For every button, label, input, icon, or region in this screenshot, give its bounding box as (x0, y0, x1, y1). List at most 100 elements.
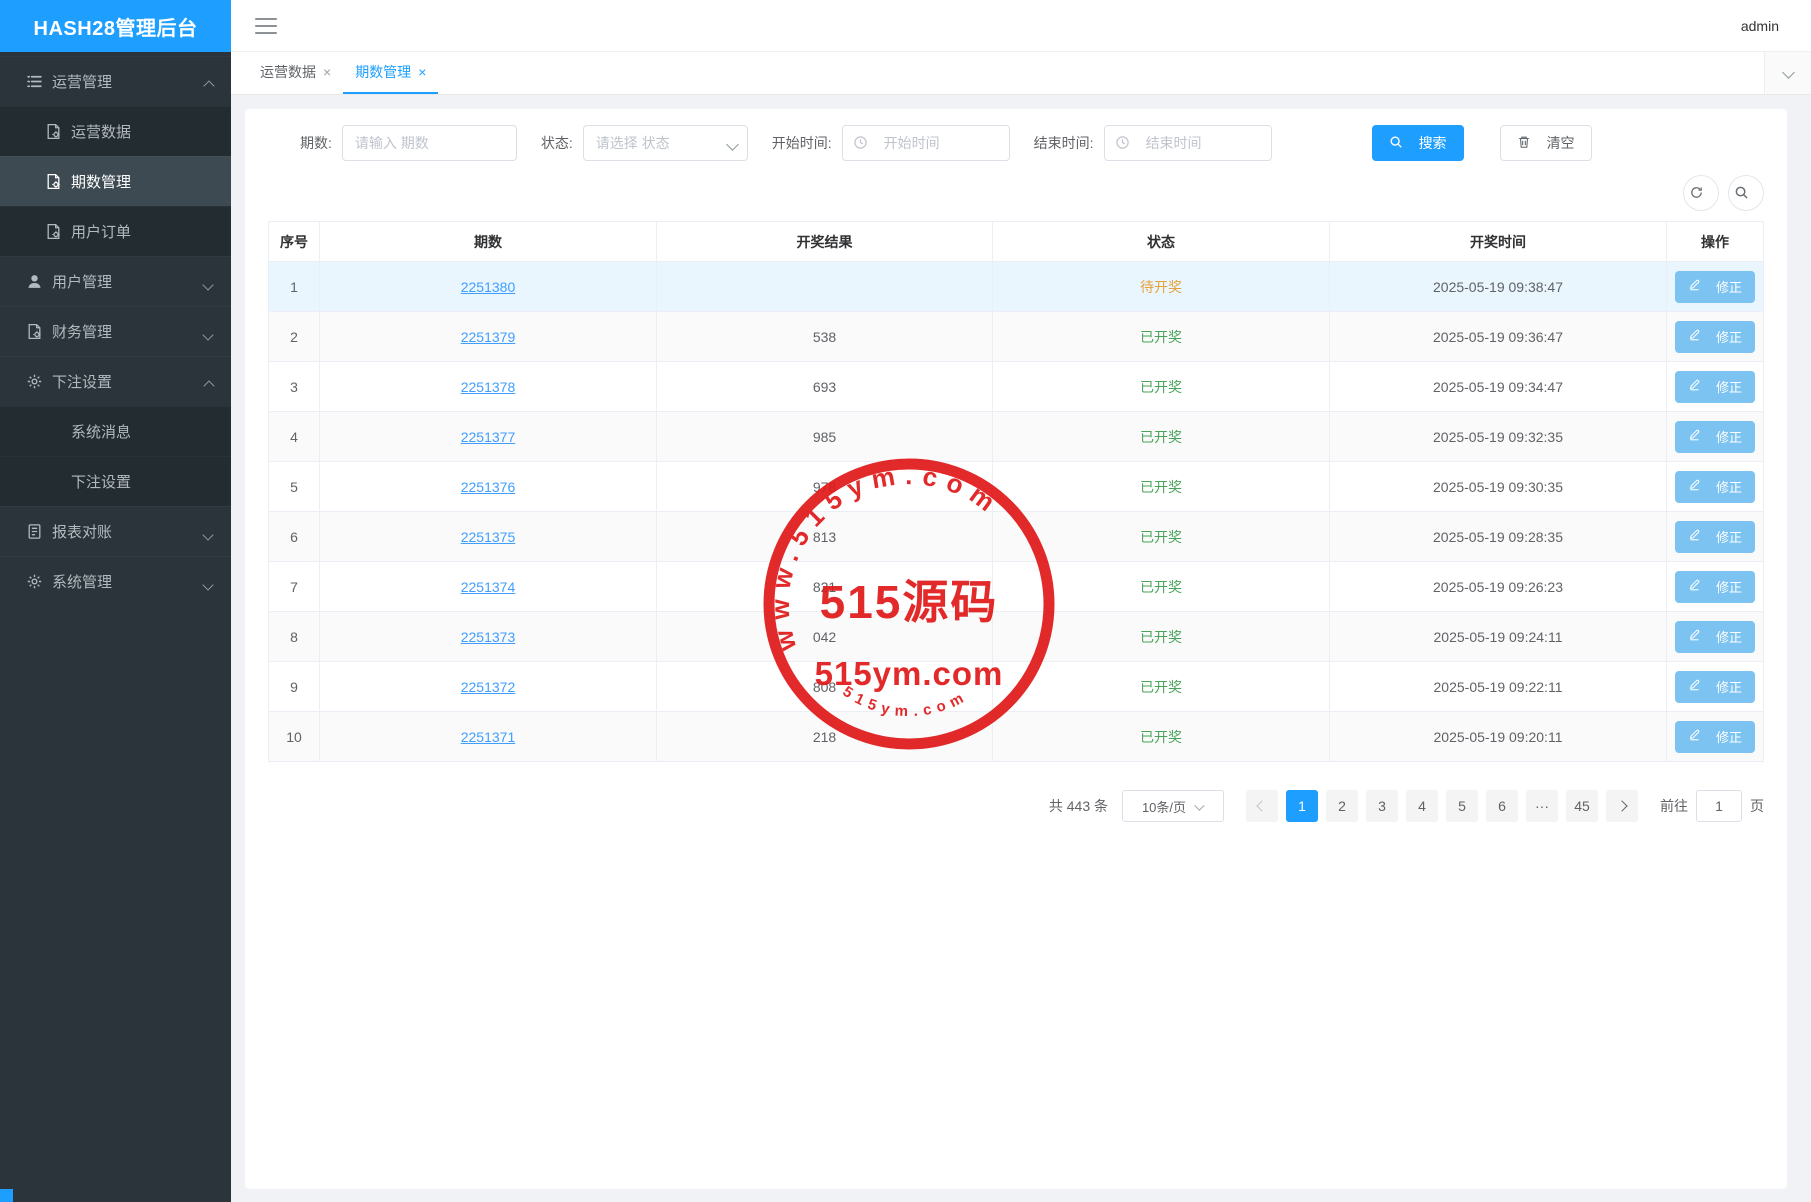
fix-button-label: 修正 (1716, 427, 1742, 446)
start-time-placeholder: 开始时间 (884, 133, 940, 153)
fix-button[interactable]: 修正 (1675, 421, 1755, 453)
page-number-button[interactable]: 6 (1486, 790, 1518, 822)
fix-button-label: 修正 (1716, 727, 1742, 746)
chevron-icon (204, 383, 213, 392)
doc-gear-icon (45, 173, 62, 190)
fix-button[interactable]: 修正 (1675, 721, 1755, 753)
sidebar-item[interactable]: 运营数据 (0, 106, 231, 156)
table-row: 4 2251377 985 已开奖 2025-05-19 09:32:35 修正 (269, 412, 1763, 462)
fix-button[interactable]: 修正 (1675, 671, 1755, 703)
filter-bar: 期数: 状态: 请选择 状态 开始时间: 开 (268, 125, 1764, 161)
issue-link[interactable]: 2251374 (461, 579, 516, 595)
tabs-dropdown-button[interactable] (1764, 52, 1811, 94)
sidebar-menu: 运营管理 运营数据 期数管理 用户订单 (0, 52, 231, 606)
fix-button-label: 修正 (1716, 377, 1742, 396)
fix-button-label: 修正 (1716, 527, 1742, 546)
issue-link[interactable]: 2251380 (461, 279, 516, 295)
tab-label: 期数管理 (355, 62, 411, 82)
tab-bar: 运营数据 × 期数管理 × (231, 52, 1811, 95)
cell-time: 2025-05-19 09:22:11 (1330, 662, 1667, 711)
sidebar-item-label: 下注设置 (71, 471, 131, 492)
sidebar-item[interactable]: 期数管理 (0, 156, 231, 206)
page-number-button[interactable]: 1 (1286, 790, 1318, 822)
pencil-icon (1688, 528, 1701, 545)
fix-button[interactable]: 修正 (1675, 271, 1755, 303)
pencil-icon (1688, 478, 1701, 495)
sidebar-item[interactable]: 运营管理 (0, 56, 231, 106)
status-badge: 已开奖 (1140, 577, 1182, 597)
sidebar-item[interactable]: 下注设置 (0, 456, 231, 506)
issue-link[interactable]: 2251379 (461, 329, 516, 345)
cell-serial: 10 (269, 712, 320, 761)
fix-button[interactable]: 修正 (1675, 371, 1755, 403)
hamburger-icon[interactable] (255, 18, 277, 34)
prev-page-button[interactable] (1246, 790, 1278, 822)
status-badge: 已开奖 (1140, 527, 1182, 547)
page-size-select[interactable]: 10条/页 (1122, 790, 1224, 822)
pagination: 共 443 条 10条/页 1 2 3 4 5 (268, 790, 1764, 822)
refresh-button[interactable] (1683, 175, 1719, 211)
sidebar-item-label: 运营管理 (52, 71, 112, 92)
cell-serial: 2 (269, 312, 320, 361)
sidebar-item[interactable]: 用户订单 (0, 206, 231, 256)
cell-serial: 1 (269, 262, 320, 311)
fix-button[interactable]: 修正 (1675, 321, 1755, 353)
issue-link[interactable]: 2251371 (461, 729, 516, 745)
issue-link[interactable]: 2251375 (461, 529, 516, 545)
issue-link[interactable]: 2251373 (461, 629, 516, 645)
issue-link[interactable]: 2251372 (461, 679, 516, 695)
close-icon[interactable]: × (323, 65, 331, 79)
goto-page-input[interactable] (1696, 790, 1742, 822)
end-time-input[interactable]: 结束时间 (1104, 125, 1272, 161)
page-number-button[interactable]: 5 (1446, 790, 1478, 822)
issue-link[interactable]: 2251377 (461, 429, 516, 445)
sidebar-item-label: 系统管理 (52, 571, 112, 592)
fix-button[interactable]: 修正 (1675, 521, 1755, 553)
clear-button[interactable]: 清空 (1500, 125, 1592, 161)
table-row: 2 2251379 538 已开奖 2025-05-19 09:36:47 修正 (269, 312, 1763, 362)
tab-period-management[interactable]: 期数管理 × (343, 52, 438, 94)
page-number-button[interactable]: ··· (1526, 790, 1558, 822)
close-icon[interactable]: × (418, 65, 426, 79)
cell-time: 2025-05-19 09:34:47 (1330, 362, 1667, 411)
chevron-icon (204, 579, 213, 588)
fix-button[interactable]: 修正 (1675, 571, 1755, 603)
status-select[interactable]: 请选择 状态 (583, 125, 748, 161)
page-number-button[interactable]: 3 (1366, 790, 1398, 822)
cell-serial: 5 (269, 462, 320, 511)
tab-operation-data[interactable]: 运营数据 × (248, 52, 343, 94)
issue-link[interactable]: 2251378 (461, 379, 516, 395)
status-badge: 已开奖 (1140, 627, 1182, 647)
issue-input[interactable] (342, 125, 517, 161)
search-icon (1734, 185, 1749, 202)
sidebar-item[interactable]: 财务管理 (0, 306, 231, 356)
header-actions: 操作 (1667, 222, 1763, 261)
username[interactable]: admin (1741, 18, 1779, 34)
start-time-input[interactable]: 开始时间 (842, 125, 1010, 161)
page-number-button[interactable]: 45 (1566, 790, 1598, 822)
page-number-button[interactable]: 4 (1406, 790, 1438, 822)
sidebar-item[interactable]: 报表对账 (0, 506, 231, 556)
table-row: 8 2251373 042 已开奖 2025-05-19 09:24:11 修正 (269, 612, 1763, 662)
content: 期数: 状态: 请选择 状态 开始时间: 开 (231, 95, 1811, 1202)
app-title: HASH28管理后台 (0, 0, 231, 52)
user-icon (26, 273, 43, 290)
sidebar-item[interactable]: 用户管理 (0, 256, 231, 306)
doc-gear-icon (26, 323, 43, 340)
cell-time: 2025-05-19 09:38:47 (1330, 262, 1667, 311)
sidebar-item[interactable]: 下注设置 (0, 356, 231, 406)
zoom-button[interactable] (1728, 175, 1764, 211)
cell-result: 693 (657, 362, 993, 411)
sidebar-item[interactable]: 系统消息 (0, 406, 231, 456)
cell-result: 978 (657, 462, 993, 511)
cell-result: 821 (657, 562, 993, 611)
issue-link[interactable]: 2251376 (461, 479, 516, 495)
search-button[interactable]: 搜索 (1372, 125, 1464, 161)
page-number-button[interactable]: 2 (1326, 790, 1358, 822)
sidebar-item[interactable]: 系统管理 (0, 556, 231, 606)
next-page-button[interactable] (1606, 790, 1638, 822)
fix-button[interactable]: 修正 (1675, 471, 1755, 503)
fix-button[interactable]: 修正 (1675, 621, 1755, 653)
fix-button-label: 修正 (1716, 677, 1742, 696)
table-row: 3 2251378 693 已开奖 2025-05-19 09:34:47 修正 (269, 362, 1763, 412)
